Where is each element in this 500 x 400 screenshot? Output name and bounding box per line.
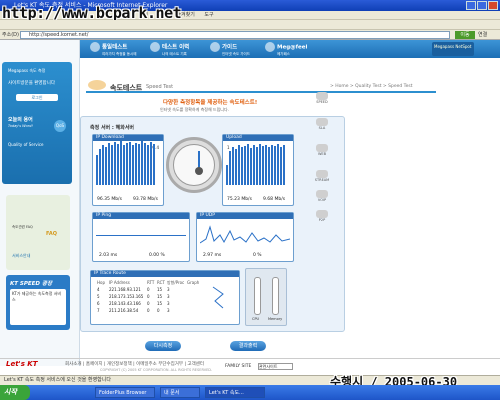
right-icon-stream[interactable]: STREAM [314,170,330,182]
right-icon-speed[interactable]: SPEED [314,92,330,104]
links-button[interactable]: 연결 [478,31,487,39]
upload-box: Upload 1 75.23 Mb/s 9.68 Mb/s [222,134,294,206]
table-row: 7 211.216.38.54 0 0 3 [97,308,170,313]
close-button[interactable] [488,1,498,10]
nav-item-integrated-test[interactable]: 통일테스트 여러가지 측정을 동시에 [90,42,136,56]
server-label: 측정 서버 : 혜화서버 [90,125,135,131]
ping-loss: 0.00 % [149,253,165,258]
megafeel-icon [265,42,275,52]
trace-route-box: IP Trace Route Hop IP Address RTT RCT 방향/Pro… [90,270,240,325]
megapass-user-box[interactable]: Megapass NetSpot [432,42,474,56]
download-bars [96,141,156,185]
status-text: Let's KT 속도 측정 서비스에 오신 것을 환영합니다 [4,377,111,383]
speed-test-icon [88,80,106,90]
page-title-en: Speed Test [146,84,174,90]
kt-speed-banner[interactable]: KT SPEED 광장 KT가 제공하는 속도측정 서비스 [6,275,70,330]
copyright: COPYRIGHT (C) 2005 KT CORPORATION. ALL R… [100,368,213,372]
go-button[interactable]: 이동 [455,31,475,39]
udp-graph [200,225,290,244]
print-result-button[interactable]: 결과출력 [230,341,266,351]
ping-graph [96,235,186,236]
trace-label: IP Trace Route [91,271,239,277]
page-headline: 다양한 측정항목을 제공하는 속도테스트! [163,100,258,106]
right-icon-voip[interactable]: VOIP [314,190,330,202]
family-site-label: FAMILY SITE [225,364,252,369]
kt-speed-text: KT가 제공하는 속도측정 서비스 [10,289,66,325]
sla-icon [316,118,328,126]
browser-toolbar [0,20,500,30]
udp-box: IP UDP 2.97 ms 0 % [196,212,294,262]
upload-label: Upload [223,135,293,141]
gauge-face [173,144,215,186]
minimize-button[interactable] [466,1,476,10]
breadcrumb[interactable]: > Home > Quality Test > Speed Test [330,84,413,89]
udp-value: 2.97 ms [203,253,222,258]
address-label: 주소(D) [2,32,19,38]
right-icon-web[interactable]: WEB [314,144,330,156]
taskbar-item[interactable]: Let's KT 속도... [205,387,265,398]
speedometer-icon [90,42,100,52]
voip-icon [316,190,328,198]
sidebar-welcome: 사이트방문을 환영합니다 [8,81,55,86]
ping-value: 2.03 ms [99,253,118,258]
table-row: 5 218.173.153.165 0 15 3 [97,294,170,299]
upload-avg: 9.68 Mb/s [263,197,286,202]
upload-bars [226,144,286,185]
page-headline-sub: 인터넷 속도를 정확하게 측정해 드립니다. [160,107,229,112]
upload-value: 75.23 Mb/s [227,197,252,202]
sidebar-login-panel: Megapass 속도 측정 사이트방문을 환영합니다 로그인 오늘의 용어 T… [2,62,72,184]
maximize-button[interactable] [477,1,487,10]
p2p-icon [316,210,328,218]
gauge-hub [195,167,203,175]
trace-header: Hop IP Address RTT RCT 방향/Proc Graph [97,280,200,285]
sidebar-logo: Megapass 속도 측정 [8,68,46,73]
retest-button[interactable]: 다시측정 [145,341,181,351]
taskbar-item[interactable]: 내 문서 [160,387,200,398]
udp-loss: 0 % [253,253,262,258]
taskbar-item[interactable]: FolderPlus Browser [95,387,155,398]
menu-tools[interactable]: 도구 [204,12,213,18]
kt-speed-title: KT SPEED 광장 [10,281,53,287]
family-site-select[interactable]: 관련사이트 [258,363,293,370]
download-avg: 93.78 Mb/s [133,197,158,202]
udp-label: IP UDP [197,213,293,219]
nav-item-guide[interactable]: 가이드 인터넷 속도 가이드 [210,42,250,56]
memory-label: Memory [268,317,283,321]
download-value: 96.35 Mb/s [97,197,122,202]
history-icon [150,42,160,52]
ping-box: IP Ping 2.03 ms 0.00 % [92,212,190,262]
address-input[interactable]: http://speed.kornet.net/ [20,31,450,39]
table-row: 4 221.168.93.121 0 15 3 [97,287,170,292]
resource-gauges: CPU Memory [245,268,287,326]
faq-panel: FAQ 속도관련 FAQ 서비스안내 [6,195,70,270]
stream-icon [316,170,328,178]
footer-logo: Let's KT [6,360,38,368]
page-title: 속도테스트 [110,84,143,92]
today-word-title: 오늘의 용어 [8,117,33,123]
download-box: IP Download 99.4 96.35 Mb/s 93.78 Mb/s [92,134,164,206]
today-word-term: Quality of Service [8,142,44,147]
table-row: 6 218.143.43.166 0 15 3 [97,301,170,306]
today-word-sub: Today's Word! [8,124,33,128]
faq-item[interactable]: 속도관련 FAQ [12,225,33,230]
trace-graph [212,286,224,309]
right-icon-sla[interactable]: SLA [314,118,330,130]
cpu-gauge [254,277,261,315]
nav-item-test-history[interactable]: 테스트 이력 나의 테스트 기록 [150,42,189,56]
login-button[interactable]: 로그인 [16,94,58,101]
cpu-label: CPU [252,317,260,321]
speed-icon [316,92,328,100]
today-word-badge: QoS [54,120,66,132]
memory-gauge [272,277,279,315]
web-icon [316,144,328,152]
speed-gauge [166,137,222,193]
faq-title[interactable]: FAQ [46,231,57,237]
service-guide-link[interactable]: 서비스안내 [12,253,30,259]
start-button[interactable]: 시작 [0,385,30,400]
nav-item-megafeel[interactable]: Meg@feel 메가패스 [265,42,307,56]
ping-label: IP Ping [93,213,189,219]
right-icon-p2p[interactable]: P2P [314,210,330,222]
footer-links[interactable]: 회사소개 | 홈페이지 | 개인정보정책 | 이메일주소 무단수집거부 | 고객… [65,361,204,367]
guide-icon [210,42,220,52]
